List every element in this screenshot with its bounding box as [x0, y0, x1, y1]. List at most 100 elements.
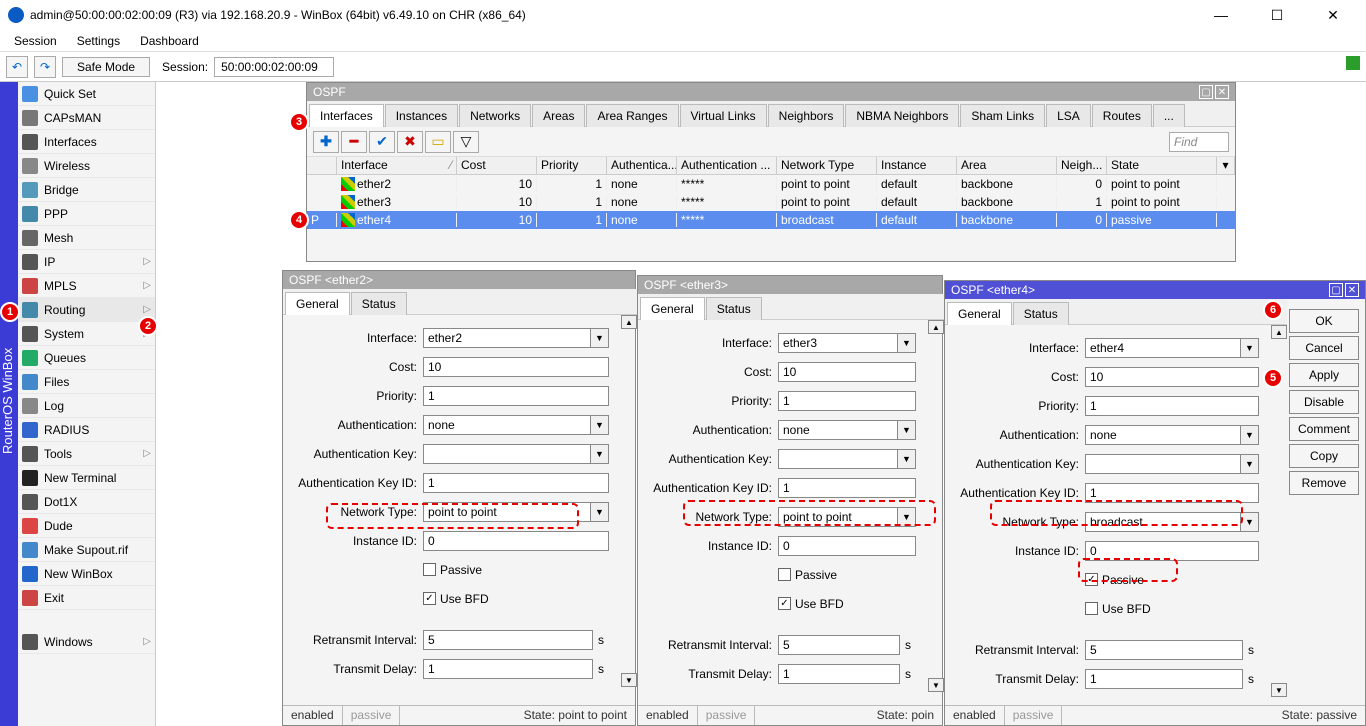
disable-button[interactable]: ✖: [397, 131, 423, 153]
scroll-up-icon[interactable]: ▲: [928, 320, 944, 334]
nav-item-dot1x[interactable]: Dot1X: [18, 490, 155, 514]
dropdown-icon[interactable]: ▼: [897, 508, 915, 526]
col-header[interactable]: Priority: [537, 157, 607, 174]
cancel-button[interactable]: Cancel: [1289, 336, 1359, 360]
dropdown-icon[interactable]: ▼: [897, 421, 915, 439]
field-interface[interactable]: ether3▼: [778, 333, 916, 353]
scroll-down-icon[interactable]: ▼: [1271, 683, 1287, 697]
col-header[interactable]: Network Type: [777, 157, 877, 174]
nav-item-capsman[interactable]: CAPsMAN: [18, 106, 155, 130]
col-header[interactable]: Area: [957, 157, 1057, 174]
field-retransmit-interval[interactable]: 5: [778, 635, 900, 655]
field-instance-id[interactable]: 0: [423, 531, 609, 551]
add-button[interactable]: ✚: [313, 131, 339, 153]
field-cost[interactable]: 10: [423, 357, 609, 377]
field-retransmit-interval[interactable]: 5: [1085, 640, 1243, 660]
enable-button[interactable]: ✔: [369, 131, 395, 153]
field-priority[interactable]: 1: [778, 391, 916, 411]
nav-item-ip[interactable]: IP▷: [18, 250, 155, 274]
tab--[interactable]: ...: [1153, 104, 1185, 127]
checkbox-passive[interactable]: ✓Passive: [1085, 573, 1144, 587]
nav-item-exit[interactable]: Exit: [18, 586, 155, 610]
menu-settings[interactable]: Settings: [67, 32, 130, 50]
dropdown-icon[interactable]: ▼: [897, 334, 915, 352]
col-header[interactable]: [307, 157, 337, 174]
field-cost[interactable]: 10: [1085, 367, 1259, 387]
nav-item-wireless[interactable]: Wireless: [18, 154, 155, 178]
nav-item-tools[interactable]: Tools▷: [18, 442, 155, 466]
tab-general[interactable]: General: [640, 297, 705, 320]
nav-item-new-winbox[interactable]: New WinBox: [18, 562, 155, 586]
apply-button[interactable]: Apply: [1289, 363, 1359, 387]
tab-general[interactable]: General: [947, 302, 1012, 325]
dropdown-icon[interactable]: ▼: [590, 503, 608, 521]
menu-session[interactable]: Session: [4, 32, 67, 50]
nav-item-quick-set[interactable]: Quick Set: [18, 82, 155, 106]
nav-item-windows[interactable]: Windows▷: [18, 630, 155, 654]
nav-item-mpls[interactable]: MPLS▷: [18, 274, 155, 298]
find-input[interactable]: Find: [1169, 132, 1229, 152]
checkbox-use-bfd[interactable]: ✓Use BFD: [423, 592, 489, 606]
dropdown-icon[interactable]: ▼: [1240, 426, 1258, 444]
field-authentication-key[interactable]: ▼: [423, 444, 609, 464]
field-authentication-key-id[interactable]: 1: [423, 473, 609, 493]
nav-item-mesh[interactable]: Mesh: [18, 226, 155, 250]
col-header[interactable]: Instance: [877, 157, 957, 174]
col-header[interactable]: Authentica...: [607, 157, 677, 174]
redo-button[interactable]: ↷: [34, 56, 56, 78]
nav-item-files[interactable]: Files: [18, 370, 155, 394]
field-interface[interactable]: ether2▼: [423, 328, 609, 348]
checkbox-passive[interactable]: Passive: [778, 568, 837, 582]
nav-item-queues[interactable]: Queues: [18, 346, 155, 370]
nav-item-bridge[interactable]: Bridge: [18, 178, 155, 202]
disable-button[interactable]: Disable: [1289, 390, 1359, 414]
field-authentication[interactable]: none▼: [1085, 425, 1259, 445]
dropdown-icon[interactable]: ▼: [590, 416, 608, 434]
copy-button[interactable]: Copy: [1289, 444, 1359, 468]
comment-button[interactable]: Comment: [1289, 417, 1359, 441]
session-value[interactable]: 50:00:00:02:00:09: [214, 57, 334, 77]
field-network-type[interactable]: point to point▼: [778, 507, 916, 527]
table-row[interactable]: ether2101none*****point to pointdefaultb…: [307, 175, 1235, 193]
dropdown-icon[interactable]: ▼: [1240, 513, 1258, 531]
tab-sham-links[interactable]: Sham Links: [960, 104, 1045, 127]
filter-button[interactable]: ▽: [453, 131, 479, 153]
nav-item-log[interactable]: Log: [18, 394, 155, 418]
field-authentication-key-id[interactable]: 1: [778, 478, 916, 498]
tab-general[interactable]: General: [285, 292, 350, 315]
minimize-icon[interactable]: ▢: [1329, 283, 1343, 297]
table-row[interactable]: Pether4101none*****broadcastdefaultbackb…: [307, 211, 1235, 229]
checkbox-use-bfd[interactable]: ✓Use BFD: [778, 597, 844, 611]
field-instance-id[interactable]: 0: [1085, 541, 1259, 561]
col-header[interactable]: State: [1107, 157, 1217, 174]
field-network-type[interactable]: broadcast▼: [1085, 512, 1259, 532]
col-menu[interactable]: ▾: [1217, 157, 1235, 174]
tab-status[interactable]: Status: [351, 292, 407, 315]
maximize-button[interactable]: ☐: [1258, 4, 1296, 26]
field-authentication-key[interactable]: ▼: [778, 449, 916, 469]
field-priority[interactable]: 1: [1085, 396, 1259, 416]
scroll-down-icon[interactable]: ▼: [621, 673, 637, 687]
minimize-icon[interactable]: ▢: [1199, 85, 1213, 99]
dropdown-icon[interactable]: ▼: [590, 329, 608, 347]
tab-routes[interactable]: Routes: [1092, 104, 1152, 127]
field-authentication-key[interactable]: ▼: [1085, 454, 1259, 474]
safemode-button[interactable]: Safe Mode: [62, 57, 150, 77]
menu-dashboard[interactable]: Dashboard: [130, 32, 209, 50]
tab-networks[interactable]: Networks: [459, 104, 531, 127]
remove-button[interactable]: ━: [341, 131, 367, 153]
scroll-down-icon[interactable]: ▼: [928, 678, 944, 692]
field-cost[interactable]: 10: [778, 362, 916, 382]
scroll-up-icon[interactable]: ▲: [1271, 325, 1287, 339]
tab-area-ranges[interactable]: Area Ranges: [586, 104, 678, 127]
field-instance-id[interactable]: 0: [778, 536, 916, 556]
close-icon[interactable]: ✕: [1345, 283, 1359, 297]
tab-instances[interactable]: Instances: [385, 104, 458, 127]
field-transmit-delay[interactable]: 1: [778, 664, 900, 684]
col-header[interactable]: Neigh...: [1057, 157, 1107, 174]
close-icon[interactable]: ✕: [1215, 85, 1229, 99]
dropdown-icon[interactable]: ▼: [1240, 339, 1258, 357]
tab-status[interactable]: Status: [706, 297, 762, 320]
nav-item-dude[interactable]: Dude: [18, 514, 155, 538]
field-interface[interactable]: ether4▼: [1085, 338, 1259, 358]
